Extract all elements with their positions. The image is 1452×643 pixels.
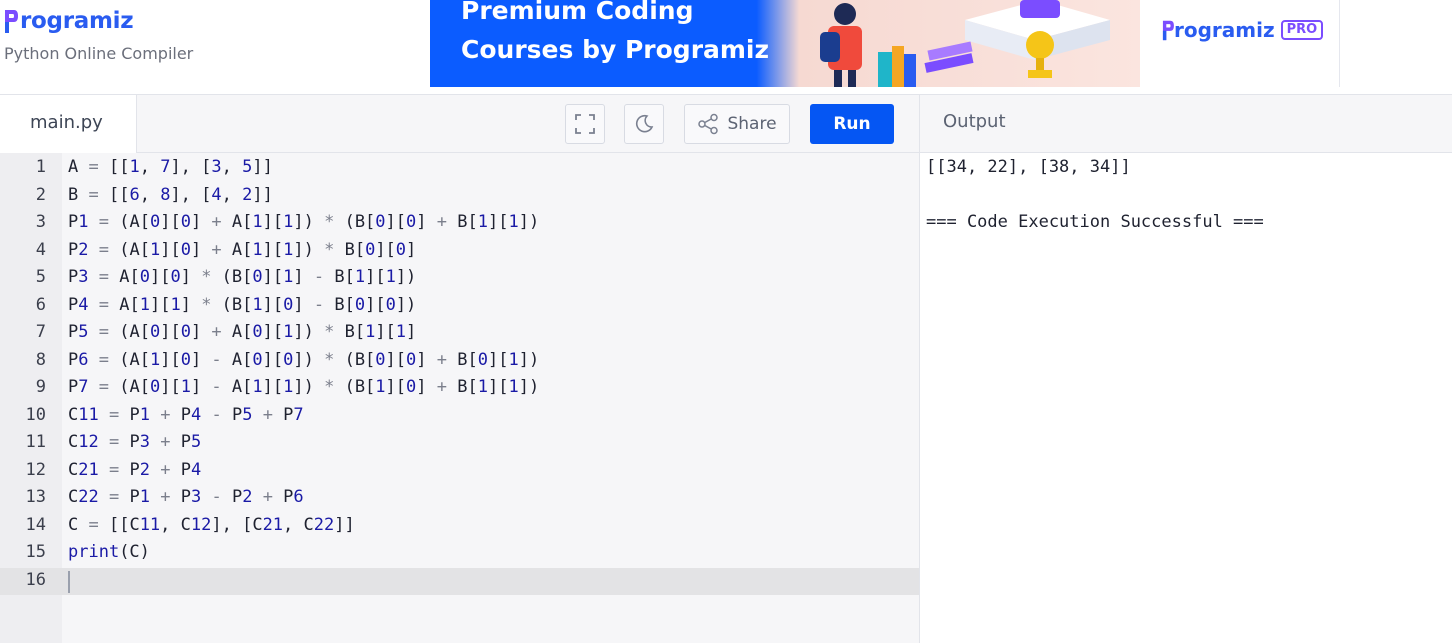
editor-toolbar: main.py Share Run Output [0, 94, 1452, 155]
code-text: P5 = (A[0][0] + A[0][1]) * B[1][1] [68, 322, 417, 342]
code-text: P1 = (A[0][0] + A[1][1]) * (B[0][0] + B[… [68, 212, 540, 232]
code-line[interactable]: 16 [0, 567, 919, 595]
output-panel: [[34, 22], [38, 34]] === Code Execution S… [919, 153, 1452, 643]
code-line[interactable]: 8 P6 = (A[1][0] - A[0][0]) * (B[0][0] + B… [0, 348, 919, 376]
code-line[interactable]: 11 C12 = P3 + P5 [0, 430, 919, 458]
file-tab-label: main.py [30, 112, 103, 133]
pro-badge: PRO [1280, 20, 1324, 40]
code-text: P3 = A[0][0] * (B[0][1] - B[1][1]) [68, 267, 417, 287]
line-number: 3 [35, 212, 46, 232]
banner-pro-logo: rogramiz PRO [1162, 18, 1324, 42]
code-text: A = [[1, 7], [3, 5]] [68, 157, 273, 177]
line-number: 12 [25, 459, 46, 480]
code-line[interactable]: 9 P7 = (A[0][1] - A[1][1]) * (B[1][0] + B… [0, 375, 919, 403]
code-text: print(C) [68, 542, 150, 562]
top-header: rogramiz Python Online Compiler Premium … [0, 0, 1452, 94]
line-number: 4 [35, 239, 46, 260]
share-button[interactable]: Share [684, 104, 790, 144]
code-text: P6 = (A[1][0] - A[0][0]) * (B[0][0] + B[… [68, 349, 540, 370]
line-number: 16 [25, 569, 46, 590]
banner-headline-2: Courses by Programiz [461, 35, 770, 64]
code-line[interactable]: 14 C = [[C11, C12], [C21, C22]] [0, 513, 919, 541]
code-text: C11 = P1 + P4 - P5 + P7 [68, 404, 304, 425]
code-line[interactable]: 10 C11 = P1 + P4 - P5 + P7 [0, 403, 919, 431]
share-label: Share [727, 114, 777, 134]
banner-illustration [820, 0, 1110, 87]
file-tab-main-py[interactable]: main.py [0, 95, 137, 155]
text-cursor [68, 570, 70, 593]
run-button[interactable]: Run [810, 104, 894, 144]
code-text: B = [[6, 8], [4, 2]] [68, 184, 273, 205]
code-text: C21 = P2 + P4 [68, 459, 202, 480]
output-title: Output [943, 111, 1006, 132]
brand[interactable]: rogramiz Python Online Compiler [4, 4, 193, 63]
code-line[interactable]: 12 C21 = P2 + P4 [0, 458, 919, 486]
code-line[interactable]: 15 print(C) [0, 540, 919, 568]
line-number: 8 [35, 349, 46, 370]
code-line[interactable]: 1 A = [[1, 7], [3, 5]] [0, 155, 919, 183]
code-line[interactable]: 3 P1 = (A[0][0] + A[1][1]) * (B[0][0] + B… [0, 210, 919, 238]
code-editor[interactable]: 1 A = [[1, 7], [3, 5]] 2 B = [[6, 8], [4, 2… [0, 153, 919, 643]
output-header: Output [919, 95, 1452, 153]
line-number: 6 [35, 294, 46, 315]
fullscreen-button[interactable] [565, 104, 605, 144]
line-number: 14 [25, 514, 46, 535]
output-line: [[34, 22], [38, 34]] [926, 157, 1131, 177]
code-line[interactable]: 5 P3 = A[0][0] * (B[0][1] - B[1][1]) [0, 265, 919, 293]
line-number: 13 [25, 487, 46, 507]
code-line[interactable]: 6 P4 = A[1][1] * (B[1][0] - B[0][0]) [0, 293, 919, 321]
programiz-pro-logo-icon [1162, 20, 1174, 41]
line-number: 1 [35, 157, 46, 177]
run-label: Run [833, 114, 871, 134]
programiz-logo-icon [5, 10, 18, 33]
output-line: === Code Execution Successful === [926, 212, 1264, 232]
banner-pro-text: rogramiz [1174, 18, 1275, 42]
line-number: 15 [25, 542, 46, 562]
code-line[interactable]: 13 C22 = P1 + P3 - P2 + P6 [0, 485, 919, 513]
code-text: P4 = A[1][1] * (B[1][0] - B[0][0]) [68, 294, 417, 315]
theme-toggle-button[interactable] [624, 104, 664, 144]
code-text: P7 = (A[0][1] - A[1][1]) * (B[1][0] + B[… [68, 377, 540, 397]
line-number: 9 [35, 377, 46, 397]
logo-text: rogramiz [20, 8, 134, 34]
banner-headline-1: Premium Coding [461, 0, 694, 25]
fullscreen-icon [575, 114, 595, 134]
page-subtitle: Python Online Compiler [4, 44, 194, 63]
code-text: C22 = P1 + P3 - P2 + P6 [68, 487, 304, 507]
moon-icon [636, 114, 654, 133]
line-number: 11 [25, 432, 46, 452]
programiz-logo[interactable]: rogramiz [4, 4, 134, 38]
ad-banner[interactable]: Premium Coding Courses by Programiz rogr… [430, 0, 1340, 87]
line-number: 5 [35, 267, 46, 287]
code-text: C = [[C11, C12], [C21, C22]] [68, 514, 355, 535]
line-number: 10 [25, 404, 46, 425]
code-line[interactable]: 7 P5 = (A[0][0] + A[0][1]) * B[1][1] [0, 320, 919, 348]
share-icon [698, 113, 719, 135]
code-line[interactable]: 2 B = [[6, 8], [4, 2]] [0, 183, 919, 211]
line-number: 7 [35, 322, 46, 342]
line-number: 2 [35, 184, 46, 205]
code-line[interactable]: 4 P2 = (A[1][0] + A[1][1]) * B[0][0] [0, 238, 919, 266]
code-text: C12 = P3 + P5 [68, 432, 202, 452]
code-text: P2 = (A[1][0] + A[1][1]) * B[0][0] [68, 239, 417, 260]
